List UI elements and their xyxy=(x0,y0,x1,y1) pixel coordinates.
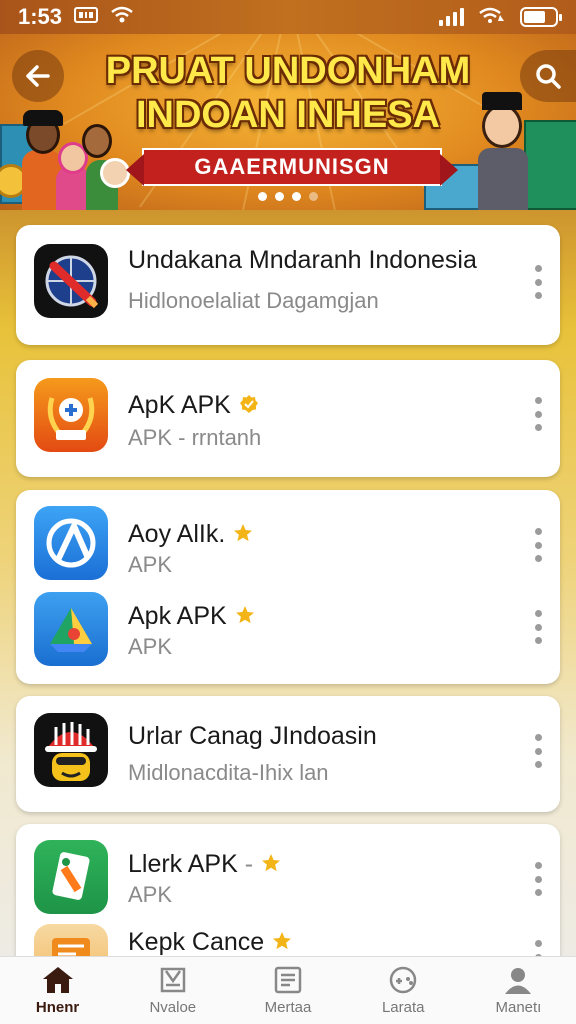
nav-label: Hnenr xyxy=(35,999,80,1016)
app-title-text: ApK APK xyxy=(128,391,231,419)
globe-pen-icon xyxy=(34,244,108,318)
app-card: ApK APK APK - rrntanh xyxy=(16,360,560,477)
app-title-text: Llerk APK xyxy=(128,850,238,878)
app-title: Aoy AlIk. xyxy=(128,520,253,549)
green-doc-icon xyxy=(34,840,108,914)
star-badge-icon xyxy=(234,524,253,542)
star-badge-icon xyxy=(235,606,254,624)
signal-icon xyxy=(439,8,464,26)
status-time: 1:53 xyxy=(18,4,63,29)
app-subtitle: APK xyxy=(128,552,173,577)
battery-icon xyxy=(520,7,562,27)
list-item[interactable]: Llerk APK - APK xyxy=(16,838,560,928)
app-subtitle: APK - rrntanh xyxy=(128,425,262,450)
more-options-icon[interactable] xyxy=(532,734,544,768)
carousel-indicator[interactable] xyxy=(0,192,576,201)
app-title: Apk APK xyxy=(128,602,255,631)
more-options-icon[interactable] xyxy=(532,397,544,431)
status-bar: 1:53 xyxy=(0,0,576,34)
carousel-dot[interactable] xyxy=(258,192,267,201)
promo-banner[interactable]: PRUAT UNDONHAM INDOAN INHESA GAAERMUNISG… xyxy=(0,34,576,210)
list-item[interactable]: Urlar Canag JIndoasin Midlonacdita-Ihix … xyxy=(16,710,560,800)
nav-tab-profile[interactable]: Manetı xyxy=(461,957,576,1024)
app-title: ApK APK xyxy=(128,391,259,420)
app-title: Undakana Mndaranh Indonesia xyxy=(128,246,477,274)
app-title: Urlar Canag JIndoasin xyxy=(128,722,377,750)
app-title: Llerk APK - xyxy=(128,850,281,879)
wifi-icon xyxy=(110,4,134,30)
nav-label: Larata xyxy=(381,999,425,1016)
more-options-icon[interactable] xyxy=(532,265,544,299)
nav-tab-games[interactable]: Larata xyxy=(346,957,461,1024)
app-subtitle: APK xyxy=(128,882,173,907)
carousel-dot[interactable] xyxy=(292,192,301,201)
banner-title-line2: INDOAN INHESA xyxy=(135,94,441,136)
more-options-icon[interactable] xyxy=(532,610,544,644)
app-card: Llerk APK - APK Kepk Cance xyxy=(16,824,560,998)
laurel-shield-icon xyxy=(34,378,108,452)
list-item[interactable]: Undakana Mndaranh Indonesia Hidlonoelali… xyxy=(16,240,560,330)
app-card: Undakana Mndaranh Indonesia Hidlonoelali… xyxy=(16,225,560,345)
document-icon xyxy=(274,966,302,994)
notification-icon xyxy=(74,4,99,30)
apps-icon xyxy=(160,967,186,993)
home-icon xyxy=(42,967,73,993)
app-subtitle: APK xyxy=(128,634,173,659)
star-badge-icon xyxy=(262,854,281,872)
nav-label: Nvaloe xyxy=(149,999,197,1016)
app-subtitle: Midlonacdita-Ihix lan xyxy=(128,760,329,785)
app-title-text: Kepk Cance xyxy=(128,928,265,956)
more-options-icon[interactable] xyxy=(532,862,544,896)
wifi-calling-icon xyxy=(478,4,506,30)
carousel-dot[interactable] xyxy=(309,192,318,201)
carousel-dot[interactable] xyxy=(275,192,284,201)
nav-label: Manetı xyxy=(495,999,542,1016)
list-item[interactable]: Apk APK APK xyxy=(16,586,560,676)
nav-tab-home[interactable]: Hnenr xyxy=(0,957,115,1024)
banner-title-line1: PRUAT UNDONHAM xyxy=(105,50,471,92)
app-title-text: Apk APK xyxy=(128,602,227,630)
list-item[interactable]: Aoy AlIk. APK xyxy=(16,504,560,594)
list-item[interactable]: ApK APK APK - rrntanh xyxy=(16,375,560,465)
app-card: Aoy AlIk. APK Apk APK APK xyxy=(16,490,560,684)
banner-ribbon-text: GAAERMUNISGN xyxy=(194,154,390,179)
compass-a-icon xyxy=(34,506,108,580)
more-options-icon[interactable] xyxy=(532,528,544,562)
app-title-text: Aoy AlIk. xyxy=(128,520,226,548)
app-card: Urlar Canag JIndoasin Midlonacdita-Ihix … xyxy=(16,696,560,812)
bottom-navigation: Hnenr Nvaloe Mertaa Larata Manetı xyxy=(0,956,576,1024)
profile-icon xyxy=(505,968,532,994)
star-badge-icon xyxy=(273,932,292,950)
hardhat-worker-icon xyxy=(34,713,108,787)
banner-ribbon: GAAERMUNISGN xyxy=(126,148,458,186)
nav-tab-documents[interactable]: Mertaa xyxy=(230,957,345,1024)
app-subtitle: Hidlonoelaliat Dagamgjan xyxy=(128,288,379,313)
drive-triangle-icon xyxy=(34,592,108,666)
games-icon xyxy=(389,966,417,994)
verified-badge-icon xyxy=(239,395,258,414)
nav-label: Mertaa xyxy=(264,999,312,1016)
nav-tab-apps[interactable]: Nvaloe xyxy=(115,957,230,1024)
app-title: Kepk Cance xyxy=(128,928,292,957)
